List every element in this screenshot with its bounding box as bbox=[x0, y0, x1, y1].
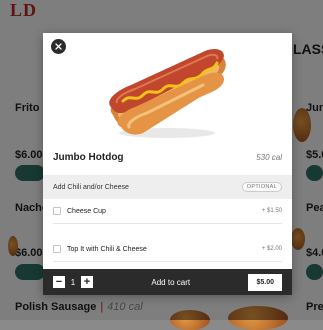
product-title: Jumbo Hotdog bbox=[53, 152, 124, 163]
option-checkbox[interactable] bbox=[53, 207, 61, 215]
product-modal: Jumbo Hotdog 530 cal Add Chili and/or Ch… bbox=[43, 33, 292, 295]
quantity-value: 1 bbox=[70, 277, 76, 287]
add-to-cart-button[interactable]: Add to cart bbox=[93, 278, 248, 287]
option-left: Top It with Chili & Cheese bbox=[53, 245, 147, 253]
hotdog-image bbox=[109, 48, 226, 138]
option-label: Cheese Cup bbox=[67, 207, 106, 215]
modal-footer: − 1 + Add to cart $5.00 bbox=[43, 269, 292, 295]
modifier-group-header: Add Chili and/or Cheese OPTIONAL bbox=[43, 175, 292, 199]
option-left: Cheese Cup bbox=[53, 207, 106, 215]
modifier-group-title: Add Chili and/or Cheese bbox=[53, 183, 129, 191]
optional-badge: OPTIONAL bbox=[241, 182, 282, 192]
modifier-option[interactable]: Top It with Chili & Cheese + $2.00 bbox=[53, 237, 282, 262]
quantity-stepper: − 1 + bbox=[53, 276, 93, 288]
modifier-option[interactable]: Cheese Cup + $1.50 bbox=[53, 199, 282, 224]
close-button[interactable] bbox=[51, 39, 66, 54]
option-price: + $1.50 bbox=[261, 208, 282, 214]
product-header: Jumbo Hotdog 530 cal bbox=[53, 152, 282, 163]
option-label: Top It with Chili & Cheese bbox=[67, 245, 147, 253]
product-calories: 530 cal bbox=[256, 153, 282, 162]
close-icon bbox=[55, 43, 62, 50]
option-checkbox[interactable] bbox=[53, 245, 61, 253]
decrement-button[interactable]: − bbox=[53, 276, 65, 288]
option-price: + $2.00 bbox=[261, 246, 282, 252]
total-price[interactable]: $5.00 bbox=[248, 273, 282, 291]
increment-button[interactable]: + bbox=[81, 276, 93, 288]
